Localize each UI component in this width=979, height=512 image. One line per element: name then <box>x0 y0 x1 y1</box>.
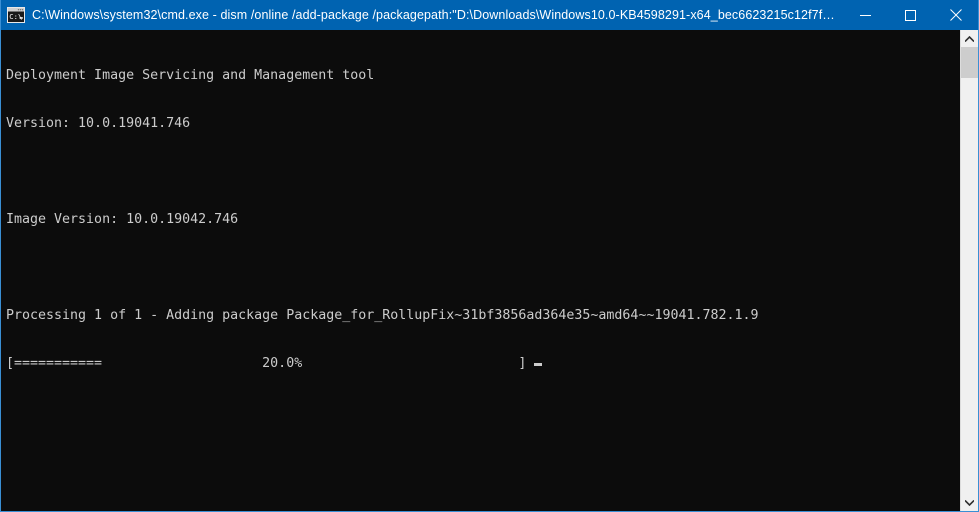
minimize-button[interactable] <box>843 0 888 30</box>
maximize-icon <box>905 9 916 21</box>
scrollbar-thumb[interactable] <box>961 47 978 78</box>
scroll-down-button[interactable] <box>961 494 978 511</box>
maximize-button[interactable] <box>888 0 933 30</box>
cmd-window: C:\ C:\Windows\system32\cmd.exe - dism /… <box>0 0 979 512</box>
console-output[interactable]: Deployment Image Servicing and Managemen… <box>1 30 960 511</box>
console-line-blank-2 <box>6 260 960 276</box>
progress-bar-line: [=========== 20.0% ] <box>6 356 960 372</box>
window-controls <box>843 0 978 30</box>
title-bar[interactable]: C:\ C:\Windows\system32\cmd.exe - dism /… <box>1 0 978 30</box>
console-line-version: Version: 10.0.19041.746 <box>6 116 191 131</box>
close-button[interactable] <box>933 0 978 30</box>
scrollbar-track[interactable] <box>961 47 978 494</box>
block-cursor <box>534 363 543 366</box>
console-line-processing: Processing 1 of 1 - Adding package Packa… <box>6 308 759 323</box>
scroll-up-button[interactable] <box>961 30 978 47</box>
scroll-down-icon <box>965 499 974 506</box>
console-line-image-version: Image Version: 10.0.19042.746 <box>6 212 239 227</box>
svg-text:C:\: C:\ <box>9 12 22 21</box>
vertical-scrollbar[interactable] <box>960 30 978 511</box>
minimize-icon <box>860 14 871 16</box>
progress-bar: [=========== 20.0% ] <box>6 356 527 371</box>
console-area: Deployment Image Servicing and Managemen… <box>1 30 978 511</box>
close-icon <box>949 9 962 21</box>
console-line-blank-1 <box>6 164 960 180</box>
scroll-up-icon <box>965 35 974 42</box>
cmd-console-icon[interactable]: C:\ <box>7 7 25 23</box>
window-title: C:\Windows\system32\cmd.exe - dism /onli… <box>32 8 843 22</box>
console-line-tool-title: Deployment Image Servicing and Managemen… <box>6 68 375 83</box>
